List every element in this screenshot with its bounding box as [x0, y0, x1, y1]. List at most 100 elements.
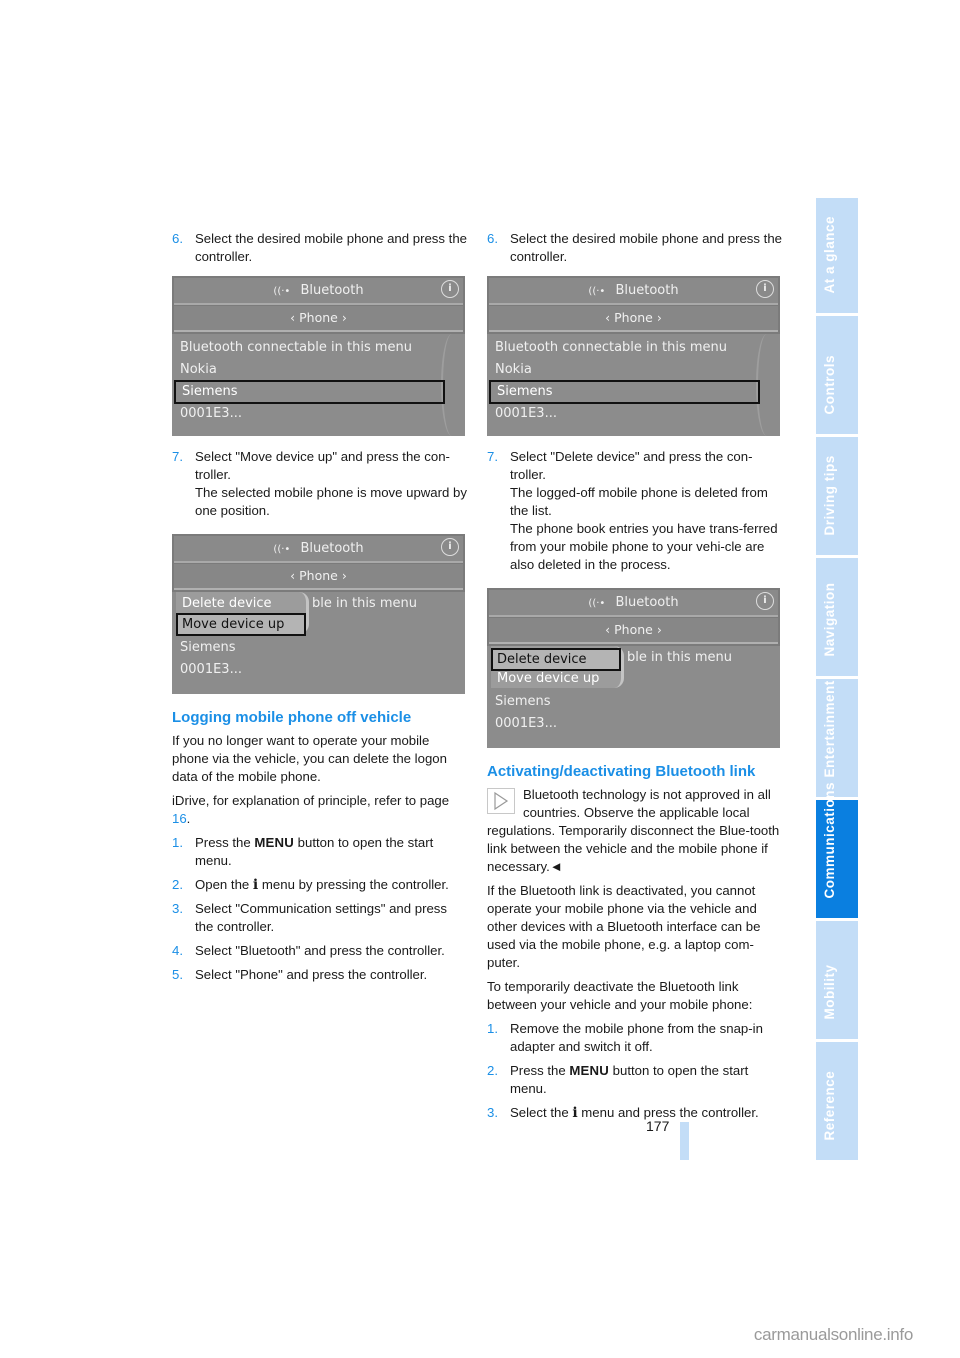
tab-label: Mobility: [822, 964, 837, 1020]
step-text: Select the desired mobile phone and pres…: [195, 231, 467, 264]
idrive-screen-popup: ((·• Bluetooth i ‹ Phone › ble in this m…: [172, 534, 465, 694]
screen-title: Bluetooth: [615, 283, 679, 298]
popup-item-move-up: Move device up: [497, 671, 600, 686]
chapter-sidebar: At a glance Controls Driving tips Naviga…: [816, 198, 858, 1163]
step-2: 2. Open the i menu by pressing the contr…: [172, 876, 468, 894]
screen-tab: ‹ Phone ›: [174, 564, 463, 590]
tab-mobility[interactable]: Mobility: [816, 921, 858, 1039]
tab-label: Communications: [822, 781, 837, 899]
popup-item-move-up-selected: Move device up: [176, 613, 306, 636]
step-subtext: The logged-off mobile phone is deleted f…: [510, 485, 768, 518]
step-number: 5.: [172, 967, 183, 982]
paragraph: If the Bluetooth link is deactivated, yo…: [487, 883, 761, 970]
popup-item-delete-selected: Delete device: [491, 648, 621, 671]
ref-text-end: .: [186, 811, 191, 826]
note-arrow-icon: [487, 788, 515, 814]
screen-title: Bluetooth: [300, 283, 364, 298]
watermark: carmanualsonline.info: [753, 1325, 913, 1344]
step-text: Select "Delete device" and press the con…: [510, 449, 753, 482]
tab-reference[interactable]: Reference: [816, 1042, 858, 1160]
screen-list: ble in this menu Delete device Move devi…: [172, 592, 465, 694]
step-3: 3. Select "Communication settings" and p…: [172, 900, 468, 936]
step-4: 4. Select "Bluetooth" and press the cont…: [172, 942, 468, 960]
step-6: 6. Select the desired mobile phone and p…: [487, 230, 783, 266]
step-number: 3.: [487, 1105, 498, 1120]
screen-tab: ‹ Phone ›: [489, 618, 778, 644]
tab-controls[interactable]: Controls: [816, 316, 858, 434]
screen-list: ble in this menu Delete device Move devi…: [487, 646, 780, 748]
screen-tab: ‹ Phone ›: [174, 306, 463, 332]
step-text: Select "Phone" and press the controller.: [195, 967, 428, 982]
step-1: 1. Remove the mobile phone from the snap…: [487, 1020, 783, 1056]
paragraph: To temporarily deactivate the Bluetooth …: [487, 979, 753, 1012]
step-2: 2. Press the MENU button to open the sta…: [487, 1062, 783, 1098]
page-number: 177: [646, 1118, 670, 1134]
list-item-partial: ble in this menu: [312, 596, 417, 611]
step-text: Select the desired mobile phone and pres…: [510, 231, 782, 264]
screen-title-bar: ((·• Bluetooth: [489, 590, 778, 617]
list-item-partial: ble in this menu: [627, 650, 732, 665]
step-number: 4.: [172, 943, 183, 958]
note-end-mark: ◄: [549, 859, 563, 874]
tab-label: Entertainment: [822, 680, 837, 778]
bluetooth-icon: ((·•: [273, 544, 291, 555]
step-text: Press the: [195, 835, 255, 850]
tab-entertainment[interactable]: Entertainment: [816, 679, 858, 797]
screen-title: Bluetooth: [300, 541, 364, 556]
idrive-screen-phone-list: ((·• Bluetooth i ‹ Phone › Bluetooth con…: [487, 276, 780, 436]
list-item: Nokia: [495, 362, 532, 377]
screen-tab: ‹ Phone ›: [489, 306, 778, 332]
tab-communications-active[interactable]: Communications: [816, 782, 858, 918]
step-number: 6.: [172, 231, 183, 246]
step-text: Remove the mobile phone from the snap-in…: [510, 1021, 763, 1054]
tab-label: Driving tips: [822, 455, 837, 536]
popup-item-delete: Delete device: [182, 596, 272, 611]
step-text: menu by pressing the controller.: [258, 877, 449, 892]
info-icon: i: [441, 538, 459, 556]
tab-label: Reference: [822, 1070, 837, 1141]
screen-title-bar: ((·• Bluetooth: [174, 536, 463, 563]
step-number: 2.: [487, 1063, 498, 1078]
step-number: 7.: [172, 449, 183, 464]
step-7: 7. Select "Move device up" and press the…: [172, 448, 468, 520]
bluetooth-icon: ((·•: [273, 286, 291, 297]
list-item: 0001E3...: [180, 406, 242, 421]
section-heading: Activating/deactivating Bluetooth link: [487, 763, 756, 780]
page-link[interactable]: 16: [172, 811, 187, 826]
screen-list: Bluetooth connectable in this menu Nokia…: [172, 334, 465, 436]
tab-at-a-glance[interactable]: At a glance: [816, 198, 858, 313]
step-number: 6.: [487, 231, 498, 246]
idrive-screen-popup: ((·• Bluetooth i ‹ Phone › ble in this m…: [487, 588, 780, 748]
step-number: 3.: [172, 901, 183, 916]
intro-paragraph: If you no longer want to operate your mo…: [172, 733, 447, 784]
step-number: 1.: [172, 835, 183, 850]
info-icon: i: [756, 280, 774, 298]
tab-navigation[interactable]: Navigation: [816, 558, 858, 676]
step-7: 7. Select "Delete device" and press the …: [487, 448, 783, 574]
list-item: 0001E3...: [495, 406, 557, 421]
idrive-screen-phone-list: ((·• Bluetooth i ‹ Phone › Bluetooth con…: [172, 276, 465, 436]
tab-label: Controls: [822, 355, 837, 415]
step-text: Press the: [510, 1063, 570, 1078]
info-icon: i: [756, 592, 774, 610]
tab-driving-tips[interactable]: Driving tips: [816, 437, 858, 555]
step-text: Select "Move device up" and press the co…: [195, 449, 450, 482]
list-item-selected: Siemens: [174, 380, 445, 404]
list-item: Bluetooth connectable in this menu: [495, 340, 728, 355]
idrive-reference: iDrive, for explanation of principle, re…: [172, 792, 468, 828]
ref-text: iDrive, for explanation of principle, re…: [172, 793, 450, 808]
menu-button-label: MENU: [569, 1063, 610, 1078]
context-popup: Delete device Move device up: [491, 646, 624, 688]
step-number: 1.: [487, 1021, 498, 1036]
screen-title: Bluetooth: [615, 595, 679, 610]
list-item: 0001E3...: [180, 662, 242, 677]
step-text: Select "Communication settings" and pres…: [195, 901, 447, 934]
list-item: Nokia: [180, 362, 217, 377]
menu-button-label: MENU: [254, 835, 295, 850]
page-marker-bar: [680, 1122, 689, 1160]
info-icon: i: [441, 280, 459, 298]
list-item: Siemens: [495, 694, 551, 709]
screen-title-bar: ((·• Bluetooth: [489, 278, 778, 305]
note-text: Bluetooth technology is not approved in …: [487, 787, 780, 874]
step-1: 1. Press the MENU button to open the sta…: [172, 834, 468, 870]
